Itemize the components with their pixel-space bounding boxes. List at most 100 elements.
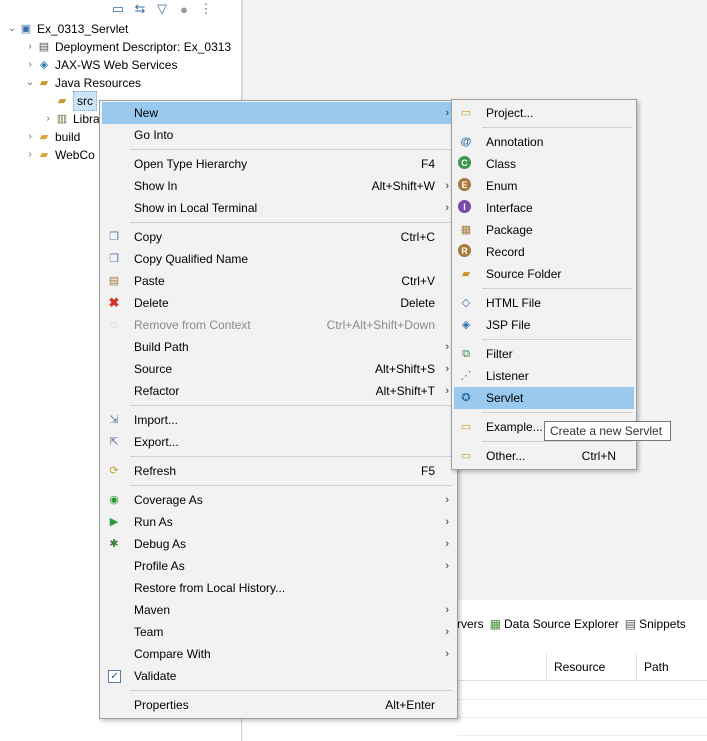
chevron-down-icon[interactable]: ⌄ (6, 20, 18, 38)
chevron-right-icon: › (445, 494, 449, 506)
chevron-right-icon[interactable]: › (24, 146, 36, 164)
menu-item-build-path[interactable]: Build Path › (102, 336, 455, 358)
checkbox-checked-icon: ✓ (108, 670, 121, 683)
menu-item-interface[interactable]: I Interface (454, 197, 634, 219)
tree-item-project[interactable]: ⌄ ▣ Ex_0313_Servlet (6, 20, 129, 38)
web-services-icon: ◈ (39, 59, 49, 71)
menu-item-show-in[interactable]: Show In Alt+Shift+W › (102, 175, 455, 197)
tab-snippets[interactable]: ▤ Snippets (625, 617, 686, 631)
chevron-right-icon: › (445, 560, 449, 572)
menu-item-maven[interactable]: Maven › (102, 599, 455, 621)
menu-item-delete[interactable]: ✖ Delete Delete (102, 292, 455, 314)
view-menu-icon[interactable]: ⋮ (198, 1, 214, 17)
tree-item-label: Ex_0313_Servlet (37, 22, 129, 36)
menu-item-export[interactable]: ⇱ Export... (102, 431, 455, 453)
delete-icon: ✖ (108, 295, 120, 310)
menu-separator (482, 288, 632, 289)
bottom-panel-tabs: rvers ▦ Data Source Explorer ▤ Snippets (457, 612, 707, 636)
tree-item-deployment-descriptor[interactable]: › ▤ Deployment Descriptor: Ex_0313 (24, 38, 231, 56)
menu-item-project[interactable]: ▭ Project... (454, 102, 634, 124)
menu-item-profile-as[interactable]: Profile As › (102, 555, 455, 577)
column-path[interactable]: Path (636, 654, 707, 680)
menu-item-copy-qualified-name[interactable]: ❐ Copy Qualified Name (102, 248, 455, 270)
chevron-right-icon[interactable]: › (24, 56, 36, 74)
refresh-icon: ⟳ (109, 465, 119, 477)
class-icon: C (458, 156, 471, 169)
tab-data-source-explorer[interactable]: ▦ Data Source Explorer (490, 617, 619, 631)
menu-item-coverage-as[interactable]: ◉ Coverage As › (102, 489, 455, 511)
menu-item-remove-from-context[interactable]: ◌ Remove from Context Ctrl+Alt+Shift+Dow… (102, 314, 455, 336)
tree-item-web-services[interactable]: › ◈ JAX-WS Web Services (24, 56, 177, 74)
folder-icon: ▰ (39, 131, 49, 143)
menu-item-filter[interactable]: ⧉ Filter (454, 343, 634, 365)
menu-item-open-type-hierarchy[interactable]: Open Type Hierarchy F4 (102, 153, 455, 175)
context-menu: New › Go Into Open Type Hierarchy F4 Sho… (99, 100, 458, 719)
tree-icon[interactable]: ● (176, 1, 192, 17)
copy-icon: ❐ (109, 231, 119, 243)
table-row (457, 681, 707, 700)
chevron-right-icon[interactable]: › (24, 128, 36, 146)
menu-item-record[interactable]: R Record (454, 241, 634, 263)
menu-item-team[interactable]: Team › (102, 621, 455, 643)
tree-item-label: Java Resources (55, 76, 142, 90)
menu-item-show-in-local-terminal[interactable]: Show in Local Terminal › (102, 197, 455, 219)
chevron-right-icon[interactable]: › (24, 38, 36, 56)
chevron-right-icon: › (445, 385, 449, 397)
tree-item-build[interactable]: › ▰ build (24, 128, 80, 146)
menu-item-refresh[interactable]: ⟳ Refresh F5 (102, 460, 455, 482)
filter-icon: ⧉ (462, 348, 470, 360)
menu-item-jsp-file[interactable]: ◈ JSP File (454, 314, 634, 336)
tree-item-src[interactable]: ▰ src (42, 91, 97, 111)
menu-item-run-as[interactable]: ▶ Run As › (102, 511, 455, 533)
example-icon: ▭ (460, 421, 472, 433)
menu-item-source-folder[interactable]: ▰ Source Folder (454, 263, 634, 285)
chevron-right-icon: › (445, 604, 449, 616)
tree-item-libraries[interactable]: › ▥ Libra (42, 110, 99, 128)
chevron-right-icon: › (445, 538, 449, 550)
filter-icon[interactable]: ▽ (154, 1, 170, 17)
menu-item-other[interactable]: ▭ Other... Ctrl+N (454, 445, 634, 467)
menu-item-enum[interactable]: E Enum (454, 175, 634, 197)
menu-item-compare-with[interactable]: Compare With › (102, 643, 455, 665)
menu-item-refactor[interactable]: Refactor Alt+Shift+T › (102, 380, 455, 402)
menu-item-import[interactable]: ⇲ Import... (102, 409, 455, 431)
tree-item-java-resources[interactable]: ⌄ ▰ Java Resources (24, 74, 141, 92)
jsp-file-icon: ◈ (461, 319, 471, 331)
menu-item-properties[interactable]: Properties Alt+Enter (102, 694, 455, 716)
chevron-down-icon[interactable]: ⌄ (24, 74, 36, 92)
new-project-icon: ▭ (460, 107, 472, 119)
menu-separator (130, 485, 453, 486)
menu-item-validate[interactable]: ✓ Validate (102, 665, 455, 687)
collapse-all-icon[interactable]: ▭ (110, 1, 126, 17)
menu-item-html-file[interactable]: ◇ HTML File (454, 292, 634, 314)
link-editor-icon[interactable]: ⇆ (132, 1, 148, 17)
menu-item-copy[interactable]: ❐ Copy Ctrl+C (102, 226, 455, 248)
libraries-icon: ▥ (56, 113, 68, 125)
menu-item-class[interactable]: C Class (454, 153, 634, 175)
menu-item-listener[interactable]: ⋰ Listener (454, 365, 634, 387)
column-resource[interactable]: Resource (546, 654, 636, 680)
folder-icon: ▰ (39, 149, 49, 161)
interface-icon: I (458, 200, 471, 213)
menu-item-paste[interactable]: ▤ Paste Ctrl+V (102, 270, 455, 292)
menu-item-package[interactable]: ▦ Package (454, 219, 634, 241)
menu-item-restore-from-local-history[interactable]: Restore from Local History... (102, 577, 455, 599)
problems-table-header: Resource Path (457, 654, 707, 681)
menu-item-go-into[interactable]: Go Into (102, 124, 455, 146)
menu-item-new[interactable]: New › (102, 102, 455, 124)
chevron-right-icon[interactable]: › (42, 110, 54, 128)
menu-item-annotation[interactable]: @ Annotation (454, 131, 634, 153)
menu-item-source[interactable]: Source Alt+Shift+S › (102, 358, 455, 380)
menu-item-debug-as[interactable]: ✱ Debug As › (102, 533, 455, 555)
tree-item-label: Deployment Descriptor: Ex_0313 (55, 40, 232, 54)
tree-item-webcontent[interactable]: › ▰ WebCo (24, 146, 94, 164)
listener-icon: ⋰ (460, 370, 472, 382)
menu-item-servlet[interactable]: ✪ Servlet (454, 387, 634, 409)
deployment-descriptor-icon: ▤ (38, 41, 50, 53)
menu-separator (482, 412, 632, 413)
source-folder-icon: ▰ (461, 268, 471, 280)
tooltip: Create a new Servlet (544, 421, 671, 441)
tab-servers[interactable]: rvers (457, 617, 484, 631)
menu-separator (130, 405, 453, 406)
chevron-right-icon: › (445, 107, 449, 119)
